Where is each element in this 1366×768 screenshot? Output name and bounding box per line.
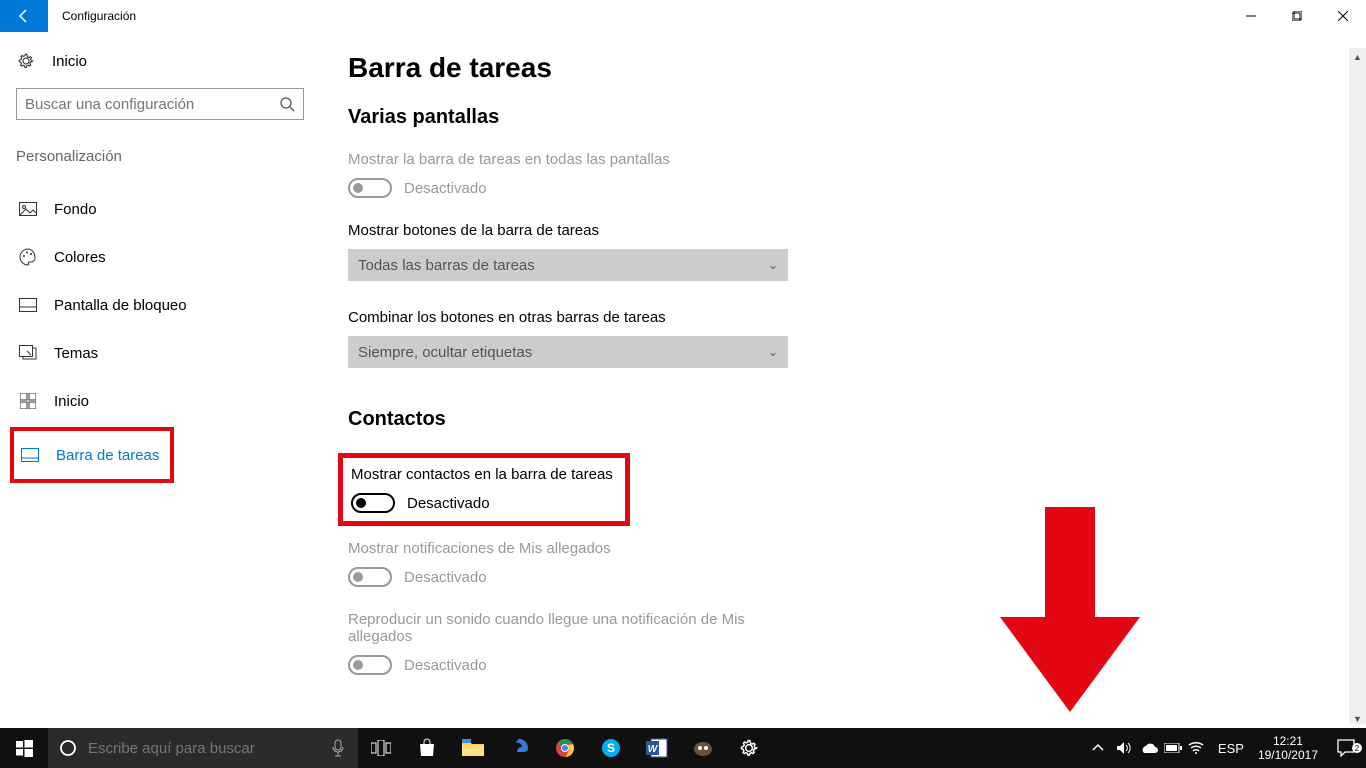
tray-language[interactable]: ESP xyxy=(1212,741,1250,756)
scroll-up-icon[interactable]: ▲ xyxy=(1349,48,1366,65)
taskbar-app-chrome[interactable] xyxy=(542,728,588,768)
highlight-annotation: Barra de tareas xyxy=(10,427,174,483)
taskbar-app-explorer[interactable] xyxy=(450,728,496,768)
close-button[interactable] xyxy=(1320,0,1366,32)
taskbar-app-word[interactable]: W xyxy=(634,728,680,768)
taskbar-icon xyxy=(20,448,40,462)
setting-notif-contacts-label: Mostrar notificaciones de Mis allegados xyxy=(348,540,1366,557)
sidebar-item-bloqueo[interactable]: Pantalla de bloqueo xyxy=(16,283,304,327)
picture-icon xyxy=(18,202,38,216)
scrollbar[interactable] xyxy=(1349,48,1366,724)
sidebar-item-temas[interactable]: Temas xyxy=(16,331,304,375)
toggle-notif-contacts xyxy=(348,567,392,587)
window-title: Configuración xyxy=(62,9,136,23)
toggle-sound xyxy=(348,655,392,675)
taskbar-app-settings[interactable] xyxy=(726,728,772,768)
chevron-down-icon: ⌄ xyxy=(768,258,778,272)
sidebar-item-colores[interactable]: Colores xyxy=(16,235,304,279)
system-tray: ESP 12:21 19/10/2017 2 xyxy=(1092,728,1366,768)
scroll-down-icon[interactable]: ▼ xyxy=(1349,710,1366,727)
tray-battery-icon[interactable] xyxy=(1164,743,1188,753)
search-input[interactable] xyxy=(16,88,304,120)
toggle-show-all-monitors xyxy=(348,178,392,198)
lockscreen-icon xyxy=(18,298,38,312)
taskbar-app-skype[interactable]: S xyxy=(588,728,634,768)
setting-show-all-monitors-label: Mostrar la barra de tareas en todas las … xyxy=(348,151,1366,168)
toggle-show-contacts-status: Desactivado xyxy=(407,495,490,512)
search-icon xyxy=(279,96,295,112)
svg-text:W: W xyxy=(648,744,659,755)
sidebar-item-fondo[interactable]: Fondo xyxy=(16,187,304,231)
minimize-button[interactable] xyxy=(1228,0,1274,32)
back-button[interactable] xyxy=(0,0,48,32)
toggle-show-contacts[interactable] xyxy=(351,493,395,513)
start-button[interactable] xyxy=(0,728,48,768)
page-title: Barra de tareas xyxy=(348,52,1366,84)
main-content: Barra de tareas Varias pantallas Mostrar… xyxy=(320,32,1366,728)
setting-sound-label: Reproducir un sonido cuando llegue una n… xyxy=(348,611,788,645)
taskbar: S W ESP 12:21 19/10/2017 2 xyxy=(0,728,1366,768)
themes-icon xyxy=(18,345,38,361)
tray-action-center[interactable]: 2 xyxy=(1326,739,1366,757)
chevron-down-icon: ⌄ xyxy=(768,345,778,359)
taskbar-app-edge[interactable] xyxy=(496,728,542,768)
sidebar-item-barra-tareas[interactable]: Barra de tareas xyxy=(18,433,166,477)
arrow-annotation xyxy=(1000,507,1140,717)
gear-icon xyxy=(16,52,36,70)
mic-icon[interactable] xyxy=(318,739,358,757)
group-label: Personalización xyxy=(16,148,304,165)
dropdown-combine: Siempre, ocultar etiquetas ⌄ xyxy=(348,336,788,368)
cortana-icon xyxy=(48,739,88,757)
tray-clock[interactable]: 12:21 19/10/2017 xyxy=(1250,734,1326,762)
taskbar-app-gimp[interactable] xyxy=(680,728,726,768)
svg-text:2: 2 xyxy=(1355,744,1360,753)
setting-show-contacts-label: Mostrar contactos en la barra de tareas xyxy=(351,466,613,483)
toggle-notif-contacts-status: Desactivado xyxy=(404,569,487,586)
tray-wifi-icon[interactable] xyxy=(1188,741,1212,755)
dropdown-taskbar-buttons: Todas las barras de tareas ⌄ xyxy=(348,249,788,281)
setting-taskbar-buttons-label: Mostrar botones de la barra de tareas xyxy=(348,222,1366,239)
tray-overflow-icon[interactable] xyxy=(1092,742,1116,754)
section-contactos: Contactos xyxy=(348,408,1366,431)
maximize-button[interactable] xyxy=(1274,0,1320,32)
taskbar-app-store[interactable] xyxy=(404,728,450,768)
home-button[interactable]: Inicio xyxy=(16,52,304,70)
section-varias-pantallas: Varias pantallas xyxy=(348,106,1366,129)
titlebar: Configuración xyxy=(0,0,1366,32)
cortana-search[interactable] xyxy=(48,728,358,768)
sidebar: Inicio Personalización Fondo Colores Pan… xyxy=(0,32,320,728)
highlight-annotation-2: Mostrar contactos en la barra de tareas … xyxy=(338,453,630,526)
tray-volume-icon[interactable] xyxy=(1116,741,1140,755)
toggle-show-all-monitors-status: Desactivado xyxy=(404,180,487,197)
toggle-sound-status: Desactivado xyxy=(404,657,487,674)
tray-onedrive-icon[interactable] xyxy=(1140,742,1164,754)
palette-icon xyxy=(18,248,38,266)
sidebar-item-inicio[interactable]: Inicio xyxy=(16,379,304,423)
start-icon xyxy=(18,393,38,409)
svg-text:S: S xyxy=(607,741,615,755)
task-view-button[interactable] xyxy=(358,728,404,768)
setting-combine-label: Combinar los botones en otras barras de … xyxy=(348,309,1366,326)
